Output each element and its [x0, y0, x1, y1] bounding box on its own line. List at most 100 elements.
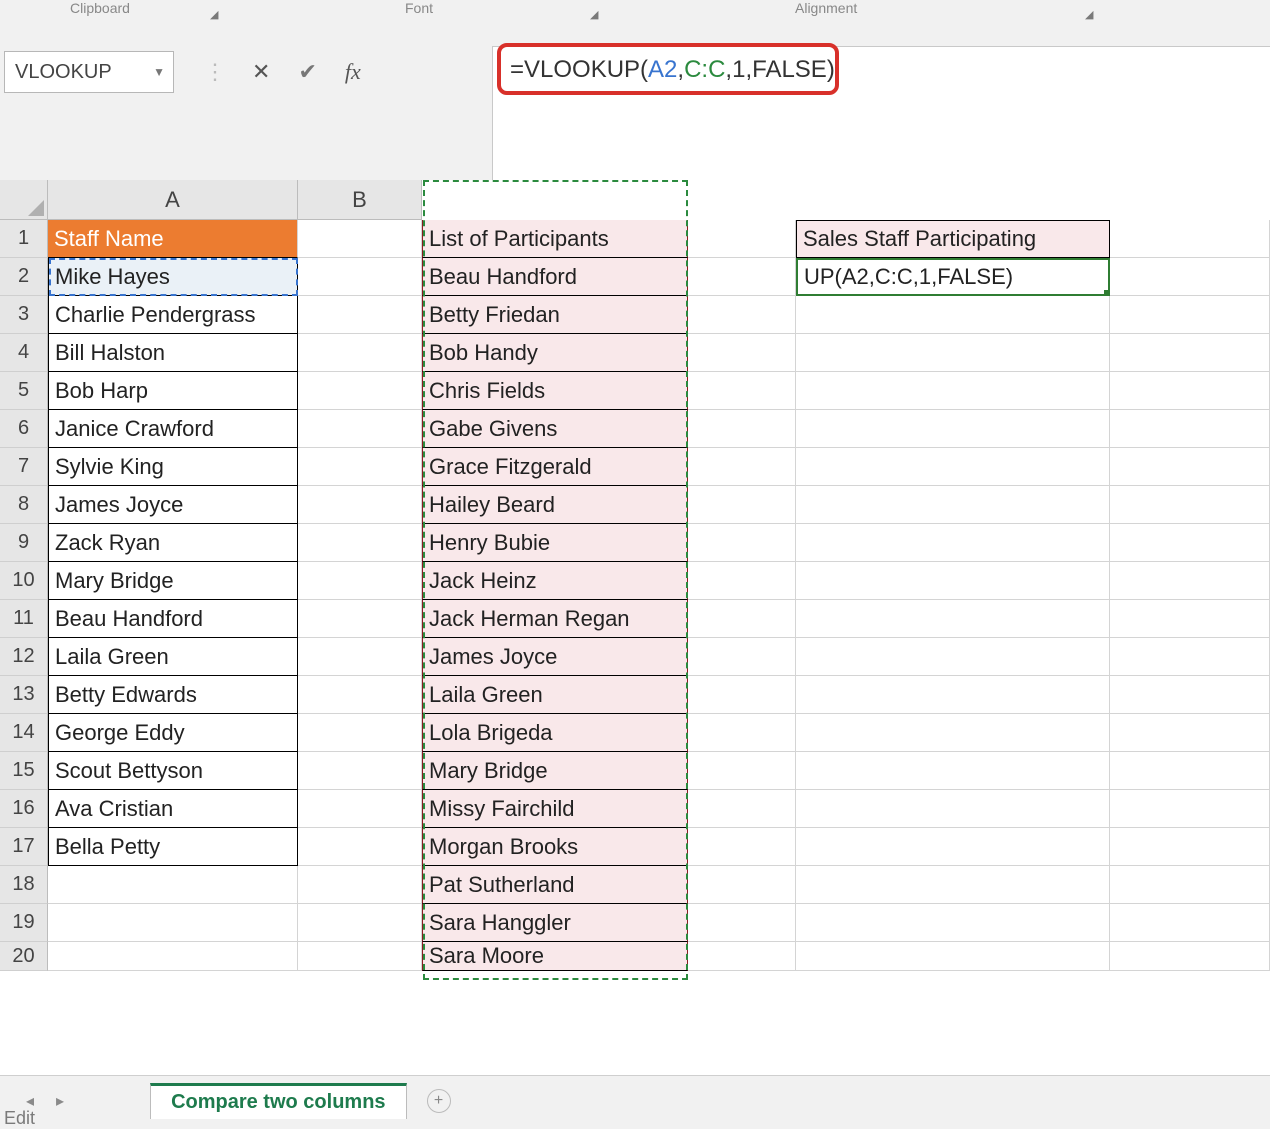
cell-rest-8[interactable]	[1110, 486, 1270, 524]
chevron-down-icon[interactable]: ▼	[153, 65, 165, 79]
cell-D17[interactable]	[688, 828, 796, 866]
cell-C7[interactable]: Grace Fitzgerald	[422, 448, 688, 486]
cell-rest-1[interactable]	[1110, 220, 1270, 258]
cell-A16[interactable]: Ava Cristian	[48, 790, 298, 828]
tab-nav-next[interactable]: ▸	[50, 1091, 70, 1111]
cell-rest-5[interactable]	[1110, 372, 1270, 410]
dialog-launcher-icon[interactable]: ◢	[590, 8, 598, 21]
new-sheet-button[interactable]: +	[427, 1089, 451, 1113]
cell-rest-9[interactable]	[1110, 524, 1270, 562]
cell-A18[interactable]	[48, 866, 298, 904]
cancel-button[interactable]: ✕	[252, 59, 270, 85]
row-header-9[interactable]: 9	[0, 524, 48, 562]
cell-E6[interactable]	[796, 410, 1110, 448]
cell-C2[interactable]: Beau Handford	[422, 258, 688, 296]
cell-C20[interactable]: Sara Moore	[422, 942, 688, 971]
cell-D15[interactable]	[688, 752, 796, 790]
column-header-B[interactable]: B	[298, 180, 422, 220]
cell-D19[interactable]	[688, 904, 796, 942]
cell-A8[interactable]: James Joyce	[48, 486, 298, 524]
row-header-8[interactable]: 8	[0, 486, 48, 524]
cell-C6[interactable]: Gabe Givens	[422, 410, 688, 448]
cell-rest-14[interactable]	[1110, 714, 1270, 752]
cell-B12[interactable]	[298, 638, 422, 676]
spreadsheet-grid[interactable]: A B 1Staff NameList of ParticipantsSales…	[0, 180, 1270, 1075]
cell-E2[interactable]: UP(A2,C:C,1,FALSE)	[796, 258, 1110, 296]
cell-E14[interactable]	[796, 714, 1110, 752]
cell-rest-10[interactable]	[1110, 562, 1270, 600]
cell-A15[interactable]: Scout Bettyson	[48, 752, 298, 790]
cell-C16[interactable]: Missy Fairchild	[422, 790, 688, 828]
cell-C13[interactable]: Laila Green	[422, 676, 688, 714]
cell-B10[interactable]	[298, 562, 422, 600]
cell-C19[interactable]: Sara Hanggler	[422, 904, 688, 942]
cell-B4[interactable]	[298, 334, 422, 372]
formula-text[interactable]: =VLOOKUP(A2,C:C,1,FALSE)	[510, 56, 835, 84]
cell-D18[interactable]	[688, 866, 796, 904]
cell-E4[interactable]	[796, 334, 1110, 372]
cell-C17[interactable]: Morgan Brooks	[422, 828, 688, 866]
cell-A4[interactable]: Bill Halston	[48, 334, 298, 372]
cell-C8[interactable]: Hailey Beard	[422, 486, 688, 524]
cell-D7[interactable]	[688, 448, 796, 486]
cell-C4[interactable]: Bob Handy	[422, 334, 688, 372]
cell-D11[interactable]	[688, 600, 796, 638]
cell-A20[interactable]	[48, 942, 298, 971]
row-header-7[interactable]: 7	[0, 448, 48, 486]
cell-C9[interactable]: Henry Bubie	[422, 524, 688, 562]
cell-C5[interactable]: Chris Fields	[422, 372, 688, 410]
cell-C1[interactable]: List of Participants	[422, 220, 688, 258]
cell-A3[interactable]: Charlie Pendergrass	[48, 296, 298, 334]
cell-B1[interactable]	[298, 220, 422, 258]
cell-rest-18[interactable]	[1110, 866, 1270, 904]
cell-A14[interactable]: George Eddy	[48, 714, 298, 752]
cell-E12[interactable]	[796, 638, 1110, 676]
row-header-5[interactable]: 5	[0, 372, 48, 410]
cell-A17[interactable]: Bella Petty	[48, 828, 298, 866]
cell-rest-15[interactable]	[1110, 752, 1270, 790]
cell-C11[interactable]: Jack Herman Regan	[422, 600, 688, 638]
cell-A5[interactable]: Bob Harp	[48, 372, 298, 410]
cell-B8[interactable]	[298, 486, 422, 524]
cell-rest-6[interactable]	[1110, 410, 1270, 448]
cell-rest-20[interactable]	[1110, 942, 1270, 971]
insert-function-button[interactable]: fx	[345, 59, 361, 85]
cell-B11[interactable]	[298, 600, 422, 638]
row-header-1[interactable]: 1	[0, 220, 48, 258]
cell-rest-19[interactable]	[1110, 904, 1270, 942]
cell-E7[interactable]	[796, 448, 1110, 486]
cell-B7[interactable]	[298, 448, 422, 486]
row-header-10[interactable]: 10	[0, 562, 48, 600]
cell-B20[interactable]	[298, 942, 422, 971]
cell-B16[interactable]	[298, 790, 422, 828]
cell-rest-2[interactable]	[1110, 258, 1270, 296]
cell-B5[interactable]	[298, 372, 422, 410]
row-header-3[interactable]: 3	[0, 296, 48, 334]
cell-B17[interactable]	[298, 828, 422, 866]
cell-E18[interactable]	[796, 866, 1110, 904]
cell-rest-17[interactable]	[1110, 828, 1270, 866]
row-header-17[interactable]: 17	[0, 828, 48, 866]
cell-D5[interactable]	[688, 372, 796, 410]
cell-D8[interactable]	[688, 486, 796, 524]
cell-B18[interactable]	[298, 866, 422, 904]
cell-A1[interactable]: Staff Name	[48, 220, 298, 258]
cell-A11[interactable]: Beau Handford	[48, 600, 298, 638]
cell-A9[interactable]: Zack Ryan	[48, 524, 298, 562]
cell-B6[interactable]	[298, 410, 422, 448]
cell-C10[interactable]: Jack Heinz	[422, 562, 688, 600]
cell-E13[interactable]	[796, 676, 1110, 714]
enter-button[interactable]: ✔	[298, 59, 316, 85]
cell-E9[interactable]	[796, 524, 1110, 562]
cell-E5[interactable]	[796, 372, 1110, 410]
cell-B2[interactable]	[298, 258, 422, 296]
cell-E16[interactable]	[796, 790, 1110, 828]
cell-A13[interactable]: Betty Edwards	[48, 676, 298, 714]
row-header-16[interactable]: 16	[0, 790, 48, 828]
row-header-13[interactable]: 13	[0, 676, 48, 714]
name-box[interactable]: VLOOKUP ▼	[4, 51, 174, 93]
cell-C15[interactable]: Mary Bridge	[422, 752, 688, 790]
cell-E20[interactable]	[796, 942, 1110, 971]
cell-D2[interactable]	[688, 258, 796, 296]
cell-E8[interactable]	[796, 486, 1110, 524]
